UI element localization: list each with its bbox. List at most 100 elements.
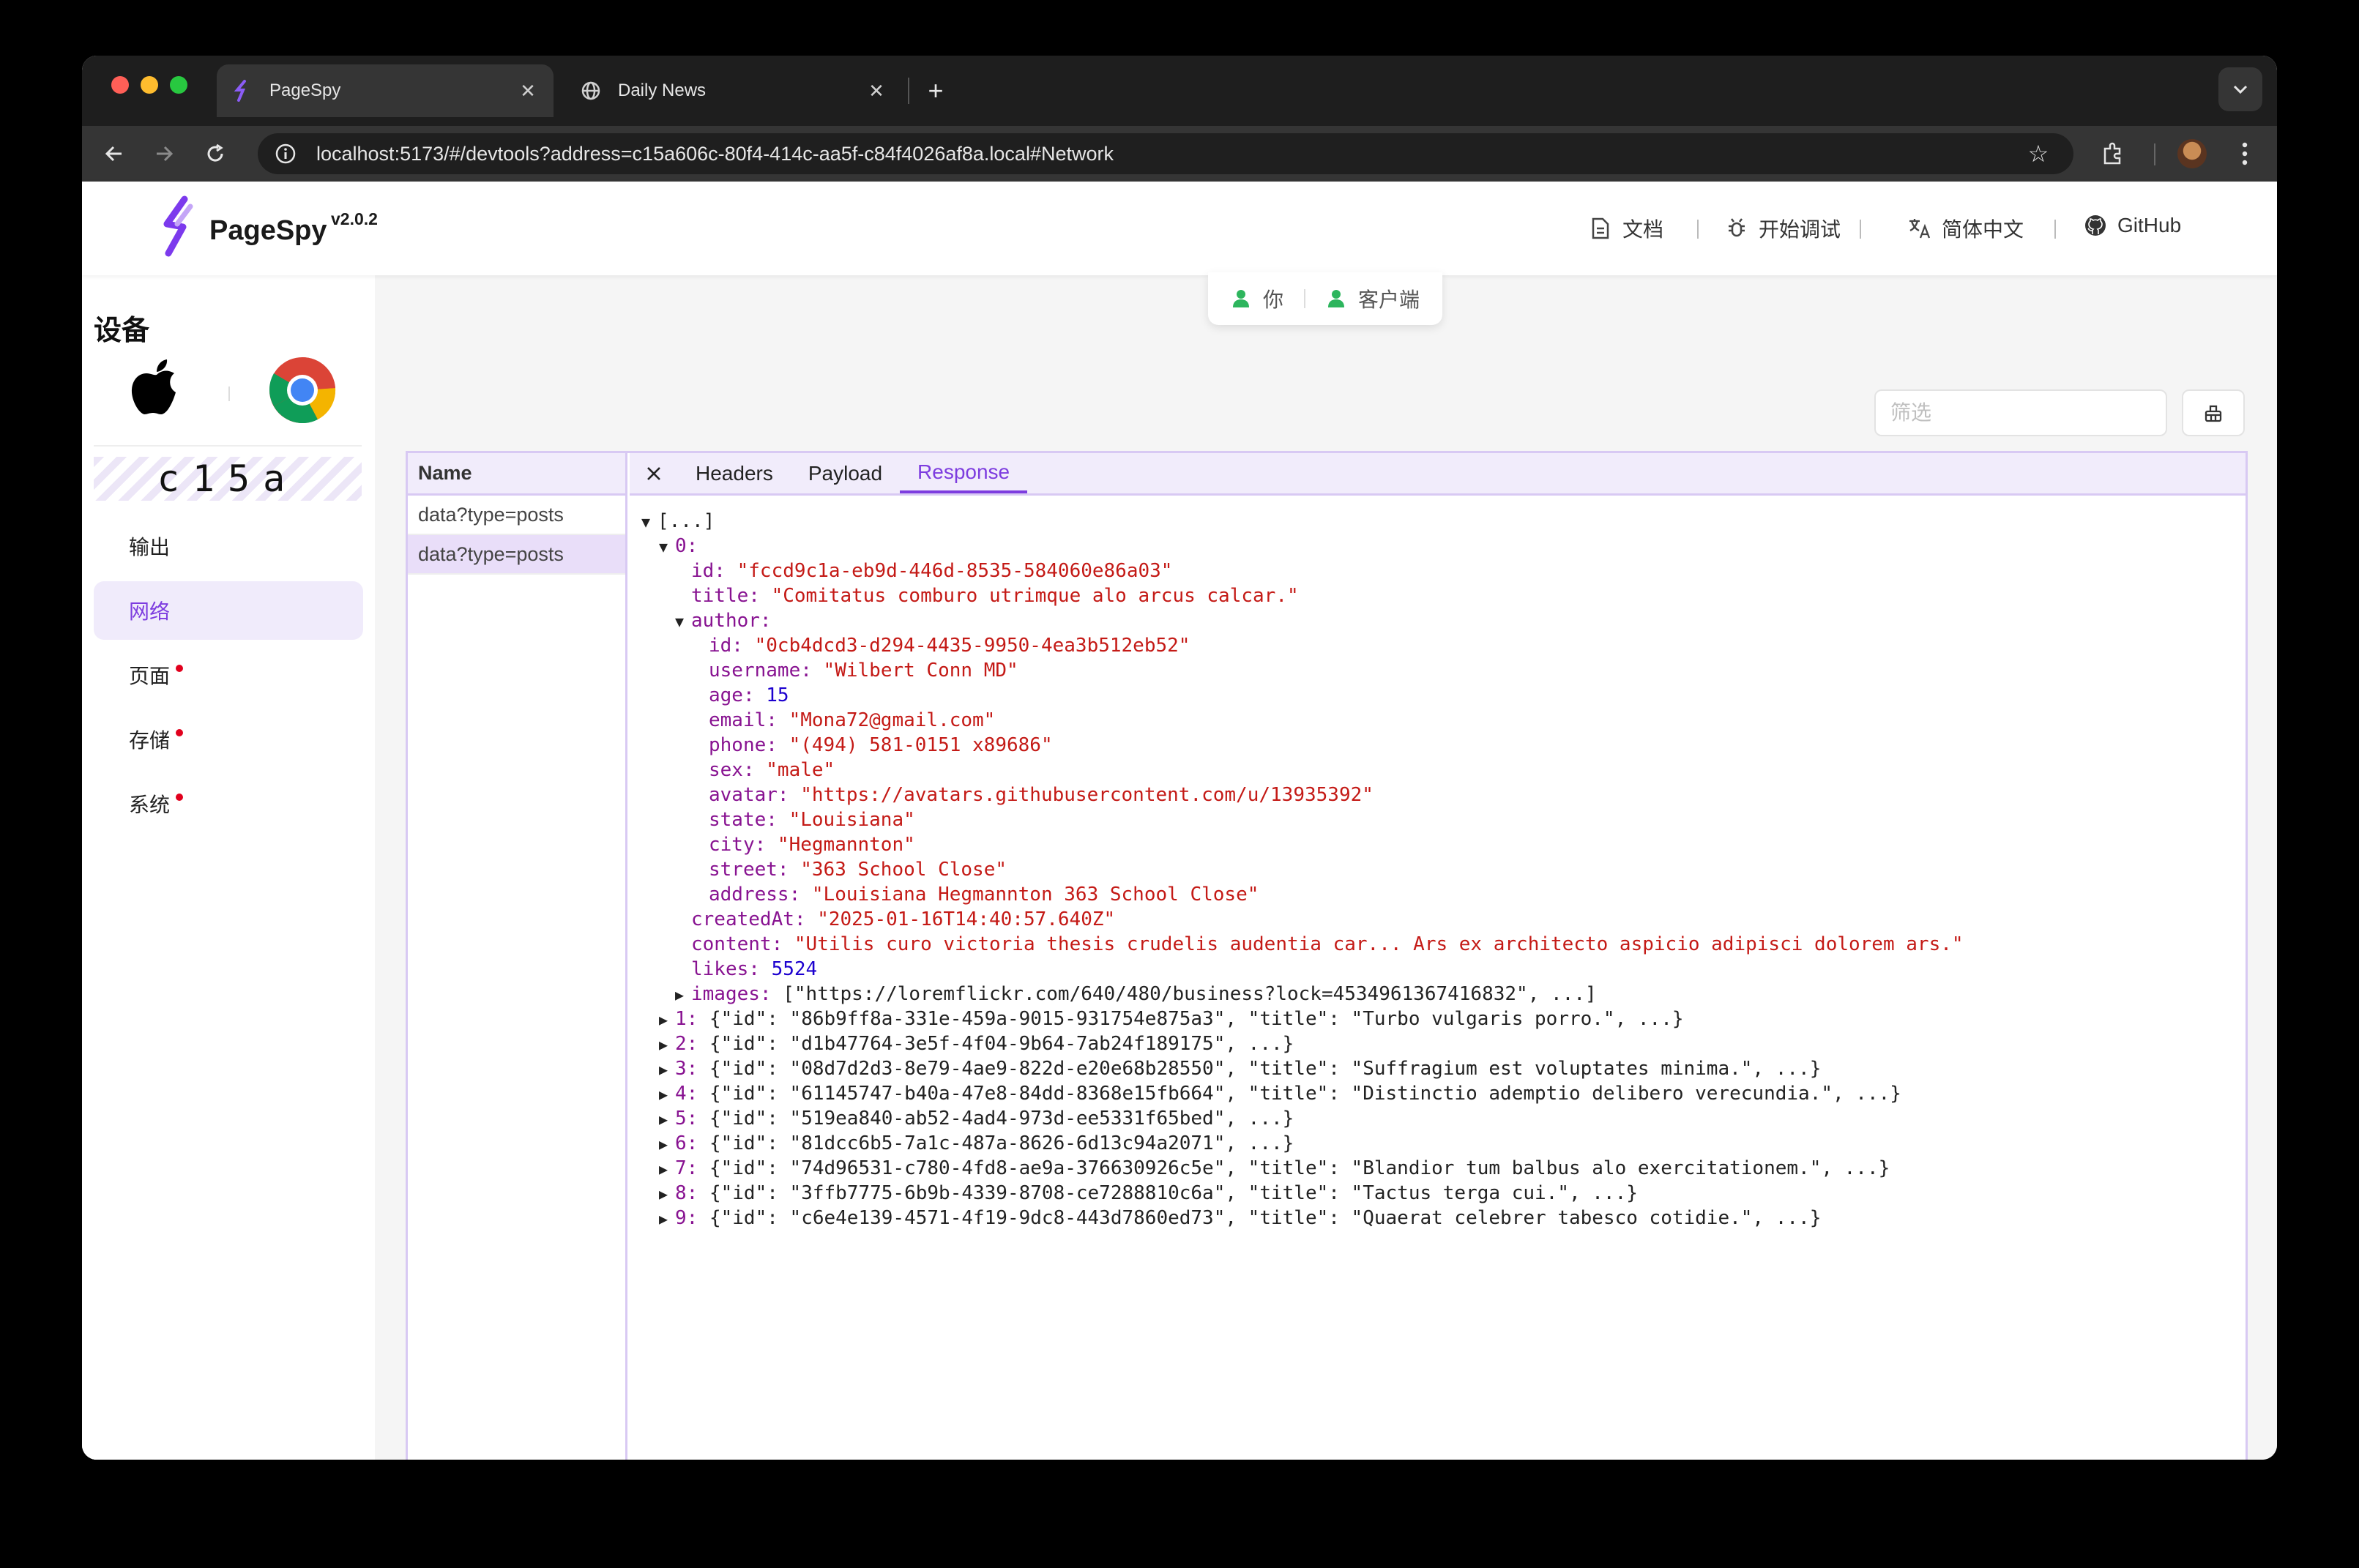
sidebar-item-network[interactable]: 网络 <box>94 581 363 640</box>
address-bar[interactable]: localhost:5173/#/devtools?address=c15a60… <box>258 133 2073 174</box>
collapse-triangle-icon[interactable]: ▶ <box>659 1206 675 1231</box>
close-tab-icon[interactable]: ✕ <box>865 80 887 102</box>
notification-dot <box>176 729 184 736</box>
tab-headers[interactable]: Headers <box>678 453 791 493</box>
name-column-header: Name <box>408 453 625 496</box>
connection-client: 客户端 <box>1358 288 1420 311</box>
translate-icon <box>1908 217 1931 240</box>
sidebar: 设备 c15a 输出 网络 页面 存储 系统 <box>82 275 375 1460</box>
close-detail-icon[interactable] <box>630 453 678 493</box>
json-field: title: "Comitatus comburo utrimque alo a… <box>691 585 1299 607</box>
json-collapsed-item[interactable]: ▶ 2: {"id": "d1b47764-3e5f-4f04-9b64-7ab2… <box>641 1031 2246 1056</box>
json-collapsed-item[interactable]: ▶ 3: {"id": "08d7d2d3-8e79-4ae9-822d-e20e… <box>641 1056 2246 1081</box>
nav-start-debug[interactable]: 开始调试 <box>1725 214 1841 243</box>
collapse-triangle-icon[interactable]: ▶ <box>659 1181 675 1206</box>
os-browser-divider <box>228 387 230 401</box>
collapse-triangle-icon[interactable]: ▶ <box>659 1057 675 1082</box>
json-collapsed-item[interactable]: ▶ 5: {"id": "519ea840-ab52-4ad4-973d-ee53… <box>641 1106 2246 1131</box>
json-images[interactable]: ▶ images: ["https://loremflickr.com/640/4… <box>641 982 2246 1007</box>
extensions-icon[interactable] <box>2095 136 2131 171</box>
url-text: localhost:5173/#/devtools?address=c15a60… <box>316 142 1114 165</box>
expand-triangle-icon[interactable]: ▼ <box>659 534 675 559</box>
collapse-triangle-icon[interactable]: ▶ <box>659 1007 675 1032</box>
close-window-button[interactable] <box>111 76 129 94</box>
page-content: PageSpy v2.0.2 文档 开始调试 简体中文 GitHub 你 客户端… <box>82 182 2277 1460</box>
toolbar-divider <box>2154 143 2155 165</box>
json-field: state: "Louisiana" <box>709 809 915 831</box>
site-info-icon[interactable] <box>265 133 306 174</box>
nav-divider <box>1860 220 1861 239</box>
user-icon <box>1326 288 1346 309</box>
json-field: id: "fccd9c1a-eb9d-446d-8535-584060e86a0… <box>691 560 1173 582</box>
back-button[interactable] <box>95 135 133 173</box>
sidebar-item-label: 存储 <box>129 729 171 752</box>
nav-docs[interactable]: 文档 <box>1589 214 1663 243</box>
json-field: content: "Utilis curo victoria thesis cr… <box>691 933 1964 955</box>
clear-button[interactable] <box>2182 389 2245 436</box>
profile-avatar[interactable] <box>2177 139 2207 168</box>
arrow-right-icon <box>157 146 174 162</box>
tab-response[interactable]: Response <box>900 453 1028 493</box>
brand-name[interactable]: PageSpy <box>209 215 327 247</box>
json-collapsed-item[interactable]: ▶ 9: {"id": "c6e4e139-4571-4f19-9dc8-443d… <box>641 1206 2246 1231</box>
collapse-triangle-icon[interactable]: ▶ <box>675 982 691 1007</box>
browser-menu-icon[interactable] <box>2227 136 2262 171</box>
request-row[interactable]: data?type=posts <box>408 496 625 535</box>
reload-button[interactable] <box>196 135 234 173</box>
request-row[interactable]: data?type=posts <box>408 535 625 575</box>
json-item-0[interactable]: ▼ 0: <box>641 534 2246 559</box>
sidebar-item-page[interactable]: 页面 <box>94 646 363 704</box>
json-root[interactable]: ▼ [...] <box>641 509 2246 534</box>
json-collapsed-item[interactable]: ▶ 1: {"id": "86b9ff8a-331e-459a-9015-9317… <box>641 1007 2246 1031</box>
tab-pagespy[interactable]: PageSpy ✕ <box>217 64 554 117</box>
new-tab-button[interactable]: + <box>917 72 955 110</box>
maximize-window-button[interactable] <box>170 76 187 94</box>
notification-dot <box>176 794 184 801</box>
collapse-triangle-icon[interactable]: ▶ <box>659 1082 675 1107</box>
nav-github[interactable]: GitHub <box>2084 214 2181 237</box>
request-detail: Headers Payload Response ▼ [...] ▼ 0: id: … <box>630 453 2246 1460</box>
json-collapsed-item[interactable]: ▶ 8: {"id": "3ffb7775-6b9b-4339-8708-ce72… <box>641 1181 2246 1206</box>
nav-docs-label: 文档 <box>1622 218 1664 241</box>
pagespy-logo-icon[interactable] <box>152 195 204 261</box>
json-collapsed-item[interactable]: ▶ 6: {"id": "81dcc6b5-7a1c-487a-8626-6d13… <box>641 1131 2246 1156</box>
json-collapsed-item[interactable]: ▶ 4: {"id": "61145747-b40a-47e8-84dd-8368… <box>641 1081 2246 1106</box>
tab-search-button[interactable] <box>2218 67 2262 111</box>
sidebar-divider <box>94 445 362 447</box>
json-collapsed-item[interactable]: ▶ 7: {"id": "74d96531-c780-4fd8-ae9a-3766… <box>641 1156 2246 1181</box>
json-field: age: 15 <box>709 684 789 706</box>
browser-window: PageSpy ✕ Daily News ✕ + localhost:5173/… <box>82 56 2277 1460</box>
collapse-triangle-icon[interactable]: ▶ <box>659 1132 675 1157</box>
collapse-triangle-icon[interactable]: ▶ <box>659 1032 675 1057</box>
nav-language[interactable]: 简体中文 <box>1908 214 2024 243</box>
response-json-tree: ▼ [...] ▼ 0: id: "fccd9c1a-eb9d-446d-8535-… <box>630 496 2246 1231</box>
nav-github-label: GitHub <box>2117 214 2182 236</box>
json-field: sex: "male" <box>709 759 835 781</box>
sidebar-item-storage[interactable]: 存储 <box>94 710 363 769</box>
expand-triangle-icon[interactable]: ▼ <box>675 609 691 634</box>
pagespy-favicon-icon <box>231 80 253 102</box>
tab-payload[interactable]: Payload <box>791 453 900 493</box>
sidebar-item-system[interactable]: 系统 <box>94 774 363 833</box>
bug-icon <box>1725 217 1748 240</box>
filter-input[interactable] <box>1874 389 2167 436</box>
tab-title: Daily News <box>618 81 707 100</box>
expand-triangle-icon[interactable]: ▼ <box>641 509 657 534</box>
sidebar-title: 设备 <box>94 316 150 346</box>
tab-daily-news[interactable]: Daily News ✕ <box>565 64 902 117</box>
json-field: address: "Louisiana Hegmannton 363 Schoo… <box>709 884 1259 906</box>
json-field: avatar: "https://avatars.githubuserconte… <box>709 784 1374 806</box>
github-icon <box>2084 214 2107 237</box>
json-author[interactable]: ▼ author: <box>641 608 2246 633</box>
forward-button[interactable] <box>145 135 183 173</box>
bookmark-star-icon[interactable]: ☆ <box>2018 133 2059 174</box>
json-field: city: "Hegmannton" <box>709 834 915 856</box>
chrome-icon <box>269 356 336 424</box>
nav-start-debug-label: 开始调试 <box>1759 218 1841 241</box>
collapse-triangle-icon[interactable]: ▶ <box>659 1107 675 1132</box>
sidebar-item-console[interactable]: 输出 <box>94 517 363 575</box>
chevron-down-icon <box>2233 85 2248 94</box>
minimize-window-button[interactable] <box>141 76 158 94</box>
close-tab-icon[interactable]: ✕ <box>517 80 539 102</box>
collapse-triangle-icon[interactable]: ▶ <box>659 1157 675 1181</box>
